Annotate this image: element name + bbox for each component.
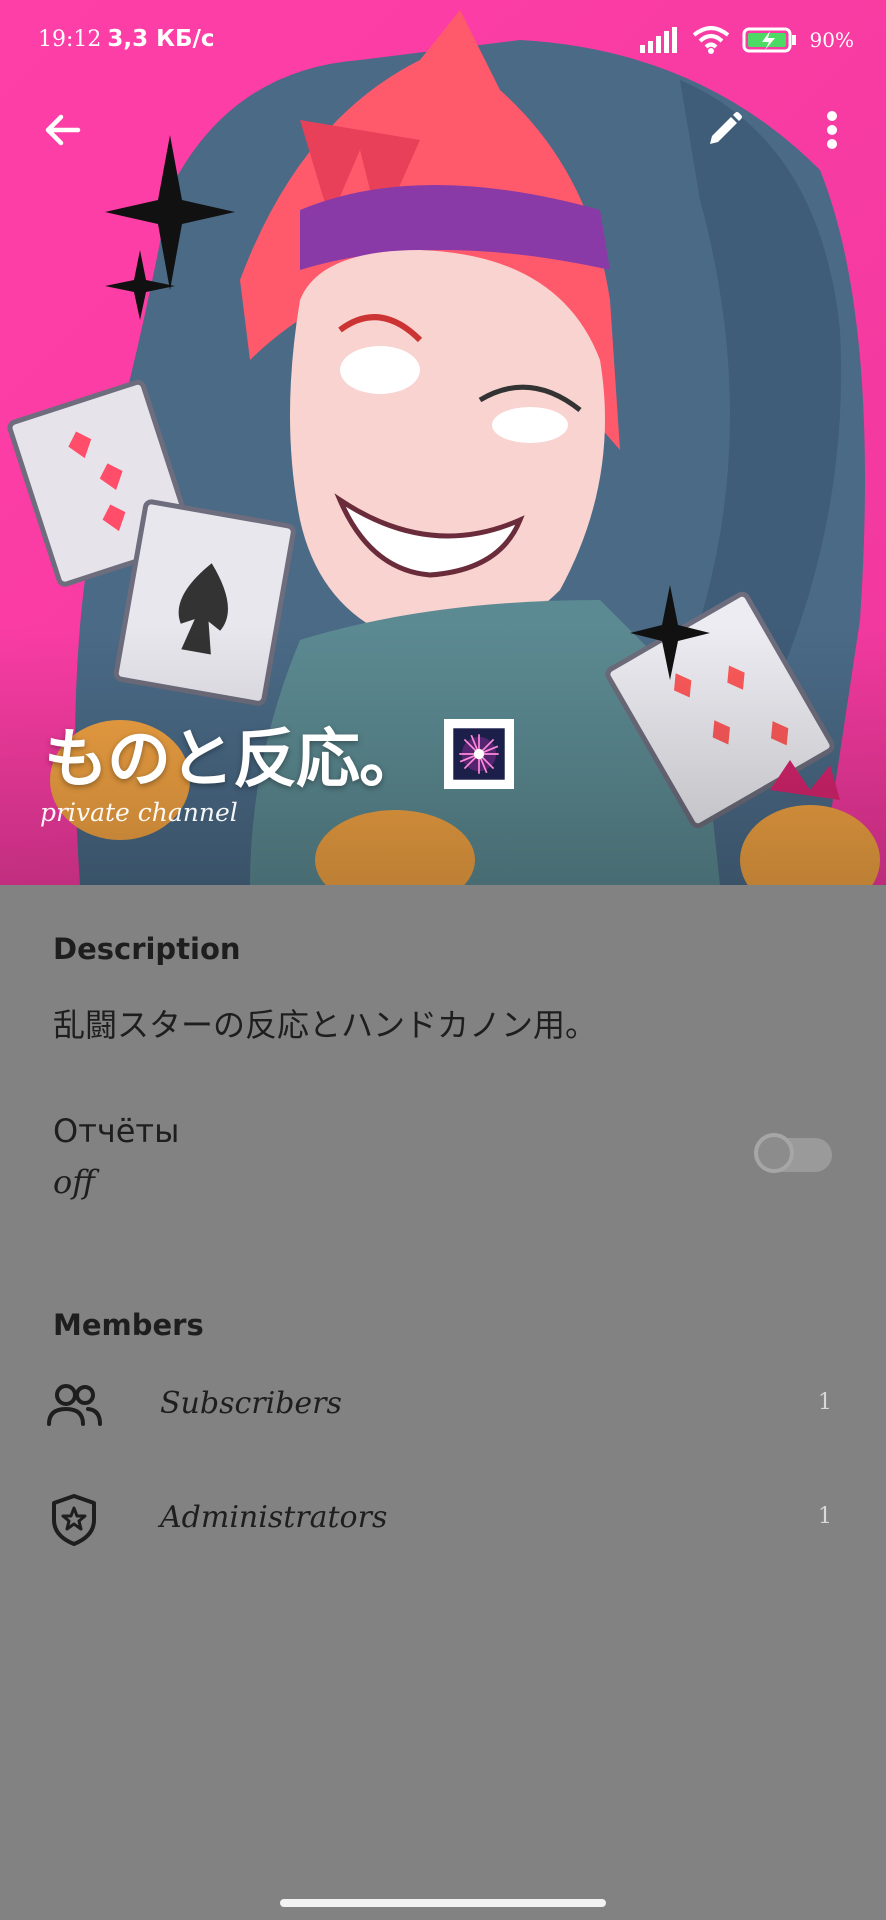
channel-cover: 19:12 3,3 КБ/с 90% ものと反応。 private channe… [0,0,886,885]
channel-type: private channel [40,798,238,827]
reports-toggle[interactable] [754,1133,832,1173]
status-left: 19:12 3,3 КБ/с [38,26,215,52]
clock: 19:12 [38,27,102,52]
administrators-row[interactable]: Administrators 1 [0,1474,886,1564]
reports-state: off [53,1163,95,1201]
reports-title: Отчёты [53,1112,180,1150]
wifi-icon [692,26,729,54]
description-heading: Description [53,932,241,966]
members-heading: Members [53,1308,204,1342]
fireworks-emoji-icon [444,719,514,789]
home-indicator[interactable] [280,1899,606,1907]
back-button[interactable] [30,98,94,162]
administrators-count: 1 [818,1504,832,1529]
subscribers-count: 1 [818,1390,832,1415]
network-speed: 3,3 КБ/с [107,26,215,52]
status-right: 90% [639,26,854,54]
battery-level: 90% [809,28,854,52]
channel-title: ものと反応。 [44,708,514,800]
subscribers-row[interactable]: Subscribers 1 [0,1360,886,1450]
administrators-label: Administrators [160,1500,388,1535]
description-text[interactable]: 乱闘スターの反応とハンドカノン用。 [53,1000,597,1046]
people-icon [47,1384,102,1426]
shield-star-icon [52,1494,96,1546]
pencil-icon [710,112,742,144]
toggle-knob [754,1133,794,1173]
status-bar: 19:12 3,3 КБ/с 90% [0,0,886,84]
channel-name: ものと反応。 [44,723,423,797]
signal-icon [639,27,677,53]
back-arrow-icon [45,114,81,146]
more-vertical-icon [827,111,837,149]
battery-icon [742,27,796,53]
more-options-button[interactable] [800,98,864,162]
subscribers-label: Subscribers [160,1386,342,1421]
edit-button[interactable] [692,98,756,162]
